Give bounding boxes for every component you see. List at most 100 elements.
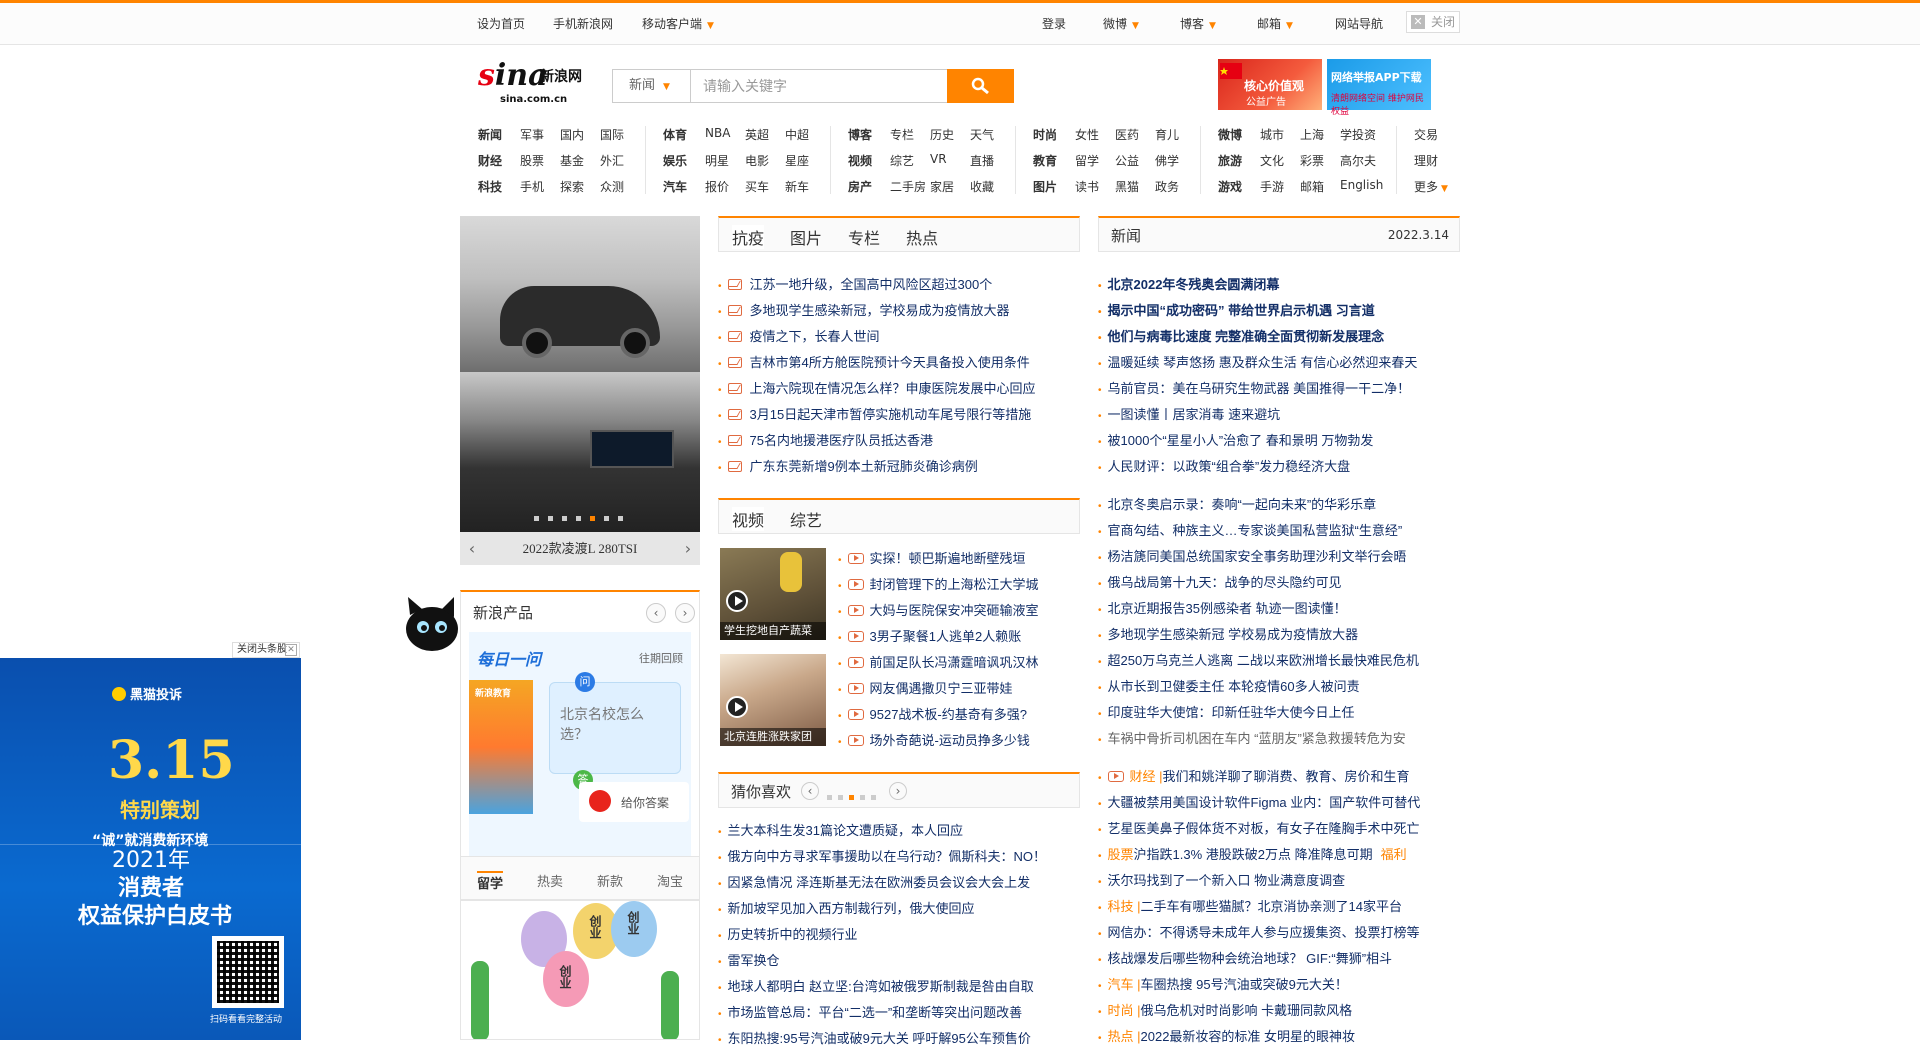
study-tab[interactable]: 淘宝	[657, 871, 683, 890]
side-ad[interactable]: 黑猫投诉 3.15 特别策划 “诚”就消费新环境 2021年 消费者 权益保护白…	[0, 658, 301, 1040]
list-item[interactable]: • 因紧急情况 泽连斯基无法在欧洲委员会议会大会上发	[718, 872, 1030, 892]
list-item[interactable]: • 吉林市第4所方舱医院预计今天具备投入使用条件	[718, 352, 1030, 372]
nav-link[interactable]: 佛学	[1155, 152, 1179, 169]
list-item[interactable]: • 科技 |二手车有哪些猫腻？北京消协亲测了14家平台	[1098, 896, 1402, 916]
nav-link[interactable]: 邮箱	[1300, 178, 1324, 195]
nav-link[interactable]: 直播	[970, 152, 994, 169]
nav-link[interactable]: 财经	[478, 152, 502, 169]
nav-link[interactable]: 旅游	[1218, 152, 1242, 169]
slider-dot[interactable]	[576, 516, 581, 521]
slider-prev-button[interactable]: ‹	[462, 532, 482, 565]
nav-link[interactable]: VR	[930, 152, 947, 166]
report-app-banner[interactable]: 网络举报APP下载 清朗网络空间 维护网民权益	[1327, 59, 1431, 117]
category-tag[interactable]: 汽车 |	[1108, 977, 1141, 992]
nav-link[interactable]: 基金	[560, 152, 584, 169]
list-item[interactable]: • 大疆被禁用美国设计软件Figma 业内：国产软件可替代	[1098, 792, 1420, 812]
nav-more-link[interactable]: 更多 ▼	[1414, 178, 1448, 195]
list-item[interactable]: • 市场监管总局：平台“二选一”和垄断等突出问题改善	[718, 1002, 1022, 1022]
nav-link[interactable]: 星座	[785, 152, 809, 169]
nav-link[interactable]: 二手房	[890, 178, 926, 195]
study-tab[interactable]: 新款	[597, 871, 623, 890]
nav-link[interactable]: NBA	[705, 126, 730, 140]
nav-link[interactable]: 收藏	[970, 178, 994, 195]
tab-专栏[interactable]: 专栏	[848, 225, 880, 249]
black-cat-mascot-icon[interactable]	[396, 595, 464, 655]
list-item[interactable]: • 3月15日起天津市暂停实施机动车尾号限行等措施	[718, 404, 1031, 424]
nav-link[interactable]: 英超	[745, 126, 769, 143]
list-item[interactable]: • 网友偶遇撒贝宁三亚带娃	[838, 678, 1013, 698]
category-tag[interactable]: 热点 |	[1108, 1029, 1141, 1044]
list-item[interactable]: • 上海六院现在情况怎么样？申康医院发展中心回应	[718, 378, 1036, 398]
tab-图片[interactable]: 图片	[790, 225, 822, 249]
nav-link[interactable]: 探索	[560, 178, 584, 195]
close-ad-button[interactable]: 关闭头条股 ✕	[232, 642, 300, 658]
nav-link[interactable]: 交易	[1414, 126, 1438, 143]
nav-link[interactable]: 文化	[1260, 152, 1284, 169]
nav-link[interactable]: 手机	[520, 178, 544, 195]
tab-抗疫[interactable]: 抗疫	[732, 225, 765, 249]
category-tag[interactable]: 时尚 |	[1108, 1003, 1141, 1018]
video-thumb-2[interactable]: 北京连胜涨跌家团	[720, 654, 826, 746]
blog-menu[interactable]: 博客 ▼	[1180, 15, 1216, 32]
nav-link[interactable]: 手游	[1260, 178, 1284, 195]
nav-link[interactable]: 游戏	[1218, 178, 1242, 195]
slider-dot[interactable]	[618, 516, 623, 521]
nav-link[interactable]: 公益	[1115, 152, 1139, 169]
daily-ask-card[interactable]: 每日一问 往期回顾 新浪教育 北京名校怎么选？ 问 答 给你答案	[469, 632, 691, 856]
nav-link[interactable]: 房产	[848, 178, 872, 195]
list-item[interactable]: • 封闭管理下的上海松江大学城	[838, 574, 1039, 594]
list-item[interactable]: • 沃尔玛找到了一个新入口 物业满意度调查	[1098, 870, 1345, 890]
slider-dot[interactable]	[562, 516, 567, 521]
nav-link[interactable]: 博客	[848, 126, 872, 143]
list-item[interactable]: • 雷军换仓	[718, 950, 780, 970]
list-item[interactable]: • 人民财评：以政策“组合拳”发力稳经济大盘	[1098, 456, 1350, 476]
guess-next-button[interactable]: ›	[889, 782, 907, 800]
category-tag[interactable]: 科技 |	[1108, 899, 1141, 914]
search-input[interactable]: 请输入关键字	[690, 69, 960, 103]
search-category-select[interactable]: 新闻 ▼	[612, 69, 690, 103]
extra-tag[interactable]: 福利	[1381, 847, 1407, 862]
list-item[interactable]: • 江苏一地升级，全国高中风险区超过300个	[718, 274, 992, 294]
nav-link[interactable]: 众测	[600, 178, 624, 195]
list-item[interactable]: • 广东东莞新增9例本土新冠肺炎确诊病例	[718, 456, 978, 476]
list-item[interactable]: • 他们与病毒比速度 完整准确全面贯彻新发展理念	[1098, 326, 1384, 346]
study-image[interactable]: 创业 创业 创业	[460, 900, 700, 1040]
list-item[interactable]: • 9527战术板-约基奇有多强?	[838, 704, 1027, 724]
list-item[interactable]: • 从市长到卫健委主任 本轮疫情60多人被问责	[1098, 676, 1360, 696]
tab-热点[interactable]: 热点	[906, 225, 938, 249]
products-next-button[interactable]: ›	[675, 603, 695, 623]
list-item[interactable]: • 大妈与医院保安冲突砸输液室	[838, 600, 1039, 620]
list-item[interactable]: • 财经 |我们和姚洋聊了聊消费、教育、房价和生育	[1098, 766, 1410, 786]
nav-link[interactable]: 视频	[848, 152, 872, 169]
nav-link[interactable]: 外汇	[600, 152, 624, 169]
nav-link[interactable]: 专栏	[890, 126, 914, 143]
list-item[interactable]: • 艺星医美鼻子假体货不对板，有女子在隆胸手术中死亡	[1098, 818, 1420, 838]
nav-link[interactable]: 彩票	[1300, 152, 1324, 169]
image-slider[interactable]: 2022款凌渡L 280TSI ‹ ›	[460, 216, 700, 565]
nav-link[interactable]: 图片	[1033, 178, 1057, 195]
list-item[interactable]: • 股票沪指跌1.3% 港股跌破2万点 降准降息可期 福利	[1098, 844, 1407, 864]
list-item[interactable]: • 历史转折中的视频行业	[718, 924, 858, 944]
nav-link[interactable]: 体育	[663, 126, 687, 143]
list-item[interactable]: • 疫情之下，长春人世间	[718, 326, 880, 346]
list-item[interactable]: • 多地现学生感染新冠 学校易成为疫情放大器	[1098, 624, 1358, 644]
nav-link[interactable]: 报价	[705, 178, 729, 195]
nav-link[interactable]: 微博	[1218, 126, 1242, 143]
list-item[interactable]: • 北京冬奥启示录：奏响“一起向未来”的华彩乐章	[1098, 494, 1376, 514]
nav-link[interactable]: 娱乐	[663, 152, 687, 169]
list-item[interactable]: • 兰大本科生发31篇论文遭质疑，本人回应	[718, 820, 963, 840]
nav-link[interactable]: 读书	[1075, 178, 1099, 195]
list-item[interactable]: • 网信办：不得诱导未成年人参与应援集资、投票打榜等	[1098, 922, 1420, 942]
nav-link[interactable]: 城市	[1260, 126, 1284, 143]
list-item[interactable]: • 乌前官员：美在乌研究生物武器 美国推得一干二净！	[1098, 378, 1410, 398]
nav-link[interactable]: 上海	[1300, 126, 1324, 143]
set-home-link[interactable]: 设为首页	[477, 15, 525, 32]
slider-dot[interactable]	[604, 516, 609, 521]
nav-link[interactable]: 军事	[520, 126, 544, 143]
category-tag[interactable]: 股票	[1108, 847, 1134, 862]
list-item[interactable]: • 多地现学生感染新冠，学校易成为疫情放大器	[718, 300, 1010, 320]
sina-logo[interactable]: sina 新浪网 sina.com.cn	[478, 58, 593, 108]
video-thumb-1[interactable]: 学生挖地自产蔬菜	[720, 548, 826, 640]
search-button[interactable]	[947, 69, 1014, 103]
mail-menu[interactable]: 邮箱 ▼	[1257, 15, 1293, 32]
